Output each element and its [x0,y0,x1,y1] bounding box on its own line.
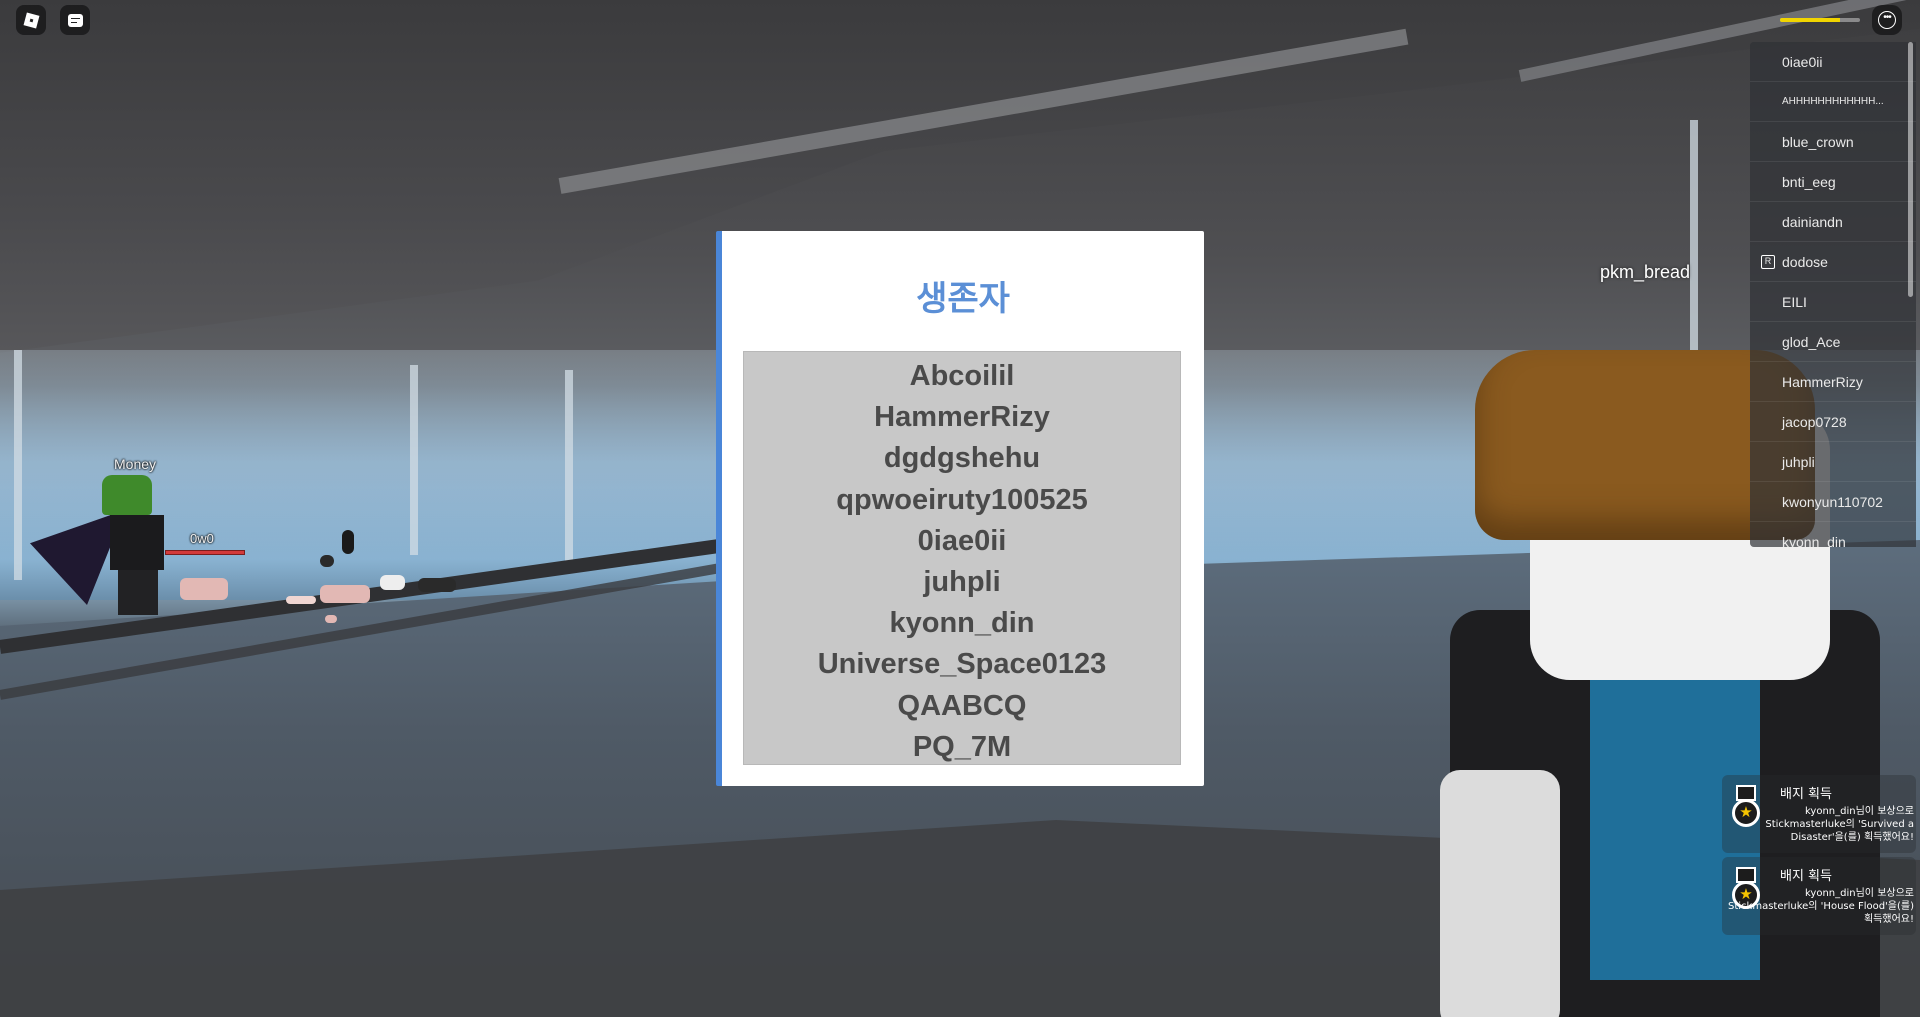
more-menu-button[interactable]: ••• [1872,5,1902,35]
player-list-item[interactable]: EILI [1750,282,1916,322]
badge-notification-title: 배지 획득 [1780,787,1832,802]
player-list-item[interactable]: dainiandn [1750,202,1916,242]
player-list-item[interactable]: AHHHHHHHHHHHH... [1750,82,1916,122]
character-body [110,515,164,570]
player-name: 0iae0ii [1782,53,1823,70]
premium-icon: R [1761,255,1775,269]
badge-notification[interactable]: ★ 배지 획득 kyonn_din님이 보상으로 Stickmasterluke… [1722,857,1916,935]
player-name: bnti_eeg [1782,173,1836,190]
player-name: juhpli [1782,453,1815,470]
survivors-title: 생존자 [916,279,1010,319]
character-health-bar [165,550,245,555]
health-bar-fill [1780,18,1840,22]
player-name: blue_crown [1782,133,1854,150]
survivor-name: Abcoilil [909,360,1015,392]
debris-part [325,615,337,623]
player-list-item[interactable]: jacop0728 [1750,402,1916,442]
other-player-character[interactable] [30,475,250,625]
player-name: glod_Ace [1782,333,1841,350]
player-list-item[interactable]: 0iae0ii [1750,42,1916,82]
player-name: HammerRizy [1782,373,1863,390]
badge-notification-text: kyonn_din님이 보상으로 Stickmasterluke의 'House… [1728,888,1915,925]
character-legs [118,570,158,615]
player-list-item[interactable]: glod_Ace [1750,322,1916,362]
player-name: AHHHHHHHHHHHH... [1782,96,1884,107]
debris-part [286,596,316,604]
player-name: jacop0728 [1782,413,1847,430]
survivor-name: kyonn_din [889,607,1035,640]
debris-part [320,585,370,603]
survivor-name: qpwoeiruty100525 [836,483,1088,516]
player-list-item[interactable]: juhpli [1750,442,1916,482]
player-list-item[interactable]: blue_crown [1750,122,1916,162]
roblox-logo-icon [23,12,39,28]
player-list-item[interactable]: bnti_eeg [1750,162,1916,202]
more-icon: ••• [1878,11,1896,29]
player-list-item[interactable]: HammerRizy [1750,362,1916,402]
debris-part [380,575,405,590]
health-bar [1780,18,1860,22]
survivor-name: juhpli [923,565,1001,598]
roblox-menu-button[interactable] [16,5,46,35]
player-list-item[interactable]: Rdodose [1750,242,1916,282]
player-name: dainiandn [1782,213,1843,230]
survivors-dialog: 생존자 Abcoilil HammerRizy dgdgshehu qpwoeirut… [716,231,1204,786]
badge-notification[interactable]: ★ 배지 획득 kyonn_din님이 보상으로 Stickmasterluke… [1722,775,1916,853]
survivor-name: HammerRizy [874,401,1050,434]
player-list[interactable]: 0iae0ii AHHHHHHHHHHHH... blue_crown bnti_ee… [1750,42,1916,547]
player-list-scrollbar[interactable] [1908,42,1913,297]
debris-part [342,530,354,554]
badge-notification-title: 배지 획득 [1780,869,1832,884]
player-list-item[interactable]: kyonn_din [1750,522,1916,547]
player-list-item[interactable]: kwonyun110702 [1750,482,1916,522]
badge-notification-text: kyonn_din님이 보상으로 Stickmasterluke의 'Survi… [1765,806,1914,843]
window-pillar [410,365,418,555]
survivor-name: 0iae0ii [917,524,1007,557]
survivors-list: Abcoilil HammerRizy dgdgshehu qpwoeiruty100… [743,351,1181,765]
debris-part [180,578,228,600]
character-head [102,475,152,515]
survivor-name: dgdgshehu [883,442,1041,475]
survivor-name: Universe_Space0123 [817,648,1107,681]
character-arm [1440,770,1560,1017]
player-name: dodose [1782,253,1828,270]
survivor-name: QAABCQ [897,689,1027,722]
chat-button[interactable] [60,5,90,35]
player-nametag: pkm_bread [1600,262,1691,282]
player-name: kyonn_din [1782,533,1846,548]
player-name: EILI [1782,293,1807,310]
debris-part [320,555,334,567]
window-pillar [14,350,22,580]
survivor-name: PQ_7M [912,730,1012,763]
chat-icon [67,13,83,27]
character-tag-label: 0w0 [190,531,214,546]
character-name-label: Money [114,456,157,472]
window-pillar [565,370,573,570]
debris-part [418,578,456,592]
player-name: kwonyun110702 [1782,493,1883,510]
